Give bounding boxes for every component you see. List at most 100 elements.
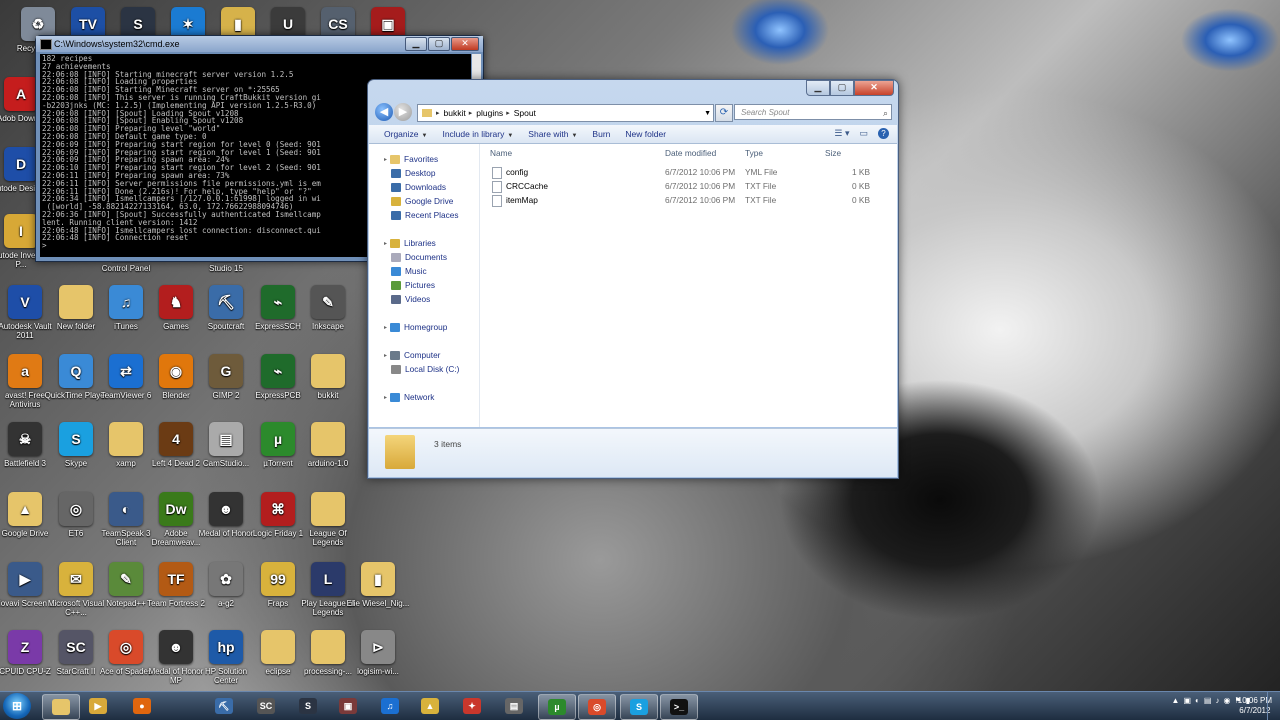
cmd-maximize-button[interactable]: ▢: [428, 37, 450, 51]
desktop-icon[interactable]: ✎ Inkscape: [295, 283, 361, 353]
taskbar-button[interactable]: ▣: [330, 694, 366, 718]
chevron-down-icon: ▼: [507, 133, 514, 139]
nav-item[interactable]: Pictures: [391, 280, 435, 290]
nav-item[interactable]: Documents: [391, 252, 447, 262]
preview-pane-icon[interactable]: ▭: [859, 128, 868, 139]
taskbar-app-icon: S: [630, 699, 648, 715]
chevron-down-icon[interactable]: ▼: [704, 110, 711, 117]
taskbar-button[interactable]: ⛏: [206, 694, 242, 718]
tray-icon[interactable]: ◐: [1195, 696, 1200, 705]
explorer-minimize-button[interactable]: ▁: [806, 80, 830, 96]
burn-button[interactable]: Burn: [592, 129, 610, 139]
taskbar-button[interactable]: ●: [124, 694, 160, 718]
address-bar[interactable]: ▸ bukkit ▸ plugins ▸ Spout ▼: [417, 104, 714, 122]
expand-triangle-icon[interactable]: ▸: [384, 352, 387, 359]
file-row[interactable]: CRCCache 6/7/2012 10:06 PM TXT File 0 KB: [490, 180, 877, 193]
show-desktop-button[interactable]: [1267, 692, 1280, 720]
app-icon: [311, 630, 345, 664]
new-folder-button[interactable]: New folder: [625, 129, 666, 139]
file-row[interactable]: itemMap 6/7/2012 10:06 PM TXT File 0 KB: [490, 194, 877, 207]
nav-item[interactable]: Google Drive: [391, 196, 453, 206]
nav-item[interactable]: Downloads: [391, 182, 446, 192]
explorer-close-button[interactable]: ✕: [854, 80, 894, 96]
expand-triangle-icon[interactable]: ▸: [384, 324, 387, 331]
taskbar-button[interactable]: ▲: [412, 694, 448, 718]
search-icon[interactable]: ⌕: [883, 105, 888, 121]
nav-item[interactable]: ▸ Network: [384, 392, 434, 402]
nav-item[interactable]: Music: [391, 266, 427, 276]
taskbar-button[interactable]: ♫: [372, 694, 408, 718]
explorer-maximize-button[interactable]: ▢: [830, 80, 854, 96]
tray-icon[interactable]: ▲: [1172, 696, 1180, 705]
nav-item[interactable]: ▸ Computer: [384, 350, 440, 360]
item-count: 3 items: [434, 439, 462, 449]
taskbar-button[interactable]: S: [620, 694, 658, 720]
share-with-button[interactable]: Share with ▼: [528, 129, 577, 139]
taskbar-button[interactable]: [42, 694, 80, 720]
app-icon: ♞: [159, 285, 193, 319]
search-input[interactable]: Search Spout ⌕: [734, 104, 892, 120]
tray-icon[interactable]: ◉: [1223, 696, 1230, 705]
help-icon[interactable]: ?: [878, 128, 889, 139]
nav-item[interactable]: ▸ Favorites: [384, 154, 438, 164]
view-options-icon[interactable]: ☰ ▾: [834, 128, 849, 139]
nav-item[interactable]: ▸ Homegroup: [384, 322, 447, 332]
tray-icon[interactable]: ♪: [1215, 696, 1219, 705]
taskbar-app-icon: ▣: [339, 698, 357, 714]
refresh-icon[interactable]: ⟳: [715, 104, 733, 122]
back-arrow-icon[interactable]: ◀: [375, 103, 393, 121]
taskbar-button[interactable]: µ: [538, 694, 576, 720]
desktop-icon[interactable]: ⊳ logisim-wi...: [345, 628, 411, 698]
taskbar-button[interactable]: SC: [248, 694, 284, 718]
nav-item[interactable]: Desktop: [391, 168, 435, 178]
nav-item[interactable]: Recent Places: [391, 210, 459, 220]
taskbar-button[interactable]: ▶: [80, 694, 116, 718]
desktop-icon[interactable]: arduino-1.0: [295, 420, 361, 490]
breadcrumb-separator-icon[interactable]: ▸: [506, 109, 510, 117]
app-icon: A: [4, 77, 38, 111]
expand-triangle-icon[interactable]: ▸: [384, 240, 387, 247]
app-icon: ⇄: [109, 354, 143, 388]
nav-item-icon: [390, 322, 401, 332]
nav-item[interactable]: ▸ Libraries: [384, 238, 436, 248]
breadcrumb-separator-icon[interactable]: ▸: [469, 109, 473, 117]
organize-button[interactable]: Organize ▼: [384, 129, 427, 139]
app-icon: [311, 354, 345, 388]
desktop-icon[interactable]: bukkit: [295, 352, 361, 422]
forward-arrow-icon[interactable]: ▶: [394, 103, 412, 121]
column-header-name[interactable]: Name: [490, 148, 512, 158]
breadcrumb-spout[interactable]: Spout: [514, 108, 536, 118]
desktop-icon[interactable]: ▮ Elie Wiesel_Nig...: [345, 560, 411, 630]
app-icon: V: [8, 285, 42, 319]
tray-icon[interactable]: ▣: [1183, 696, 1191, 705]
column-header-size[interactable]: Size: [825, 148, 841, 158]
nav-item[interactable]: Local Disk (C:): [391, 364, 459, 374]
taskbar-app-icon: ●: [133, 698, 151, 714]
file-row[interactable]: config 6/7/2012 10:06 PM YML File 1 KB: [490, 166, 877, 179]
folder-icon: [385, 435, 415, 469]
cmd-minimize-button[interactable]: ▁: [405, 37, 427, 51]
taskbar-button[interactable]: >_: [660, 694, 698, 720]
nav-item-label: Documents: [405, 252, 447, 262]
explorer-window[interactable]: ▁ ▢ ✕ ◀ ▶ ▸ bukkit ▸ plugins ▸ Spout ▼ ⟳…: [367, 79, 899, 479]
file-icon: [492, 181, 502, 193]
app-icon: 99: [261, 562, 295, 596]
breadcrumb-bukkit[interactable]: bukkit: [444, 108, 466, 118]
expand-triangle-icon[interactable]: ▸: [384, 394, 387, 401]
start-button[interactable]: ⊞: [3, 693, 31, 719]
cmd-titlebar[interactable]: C:\Windows\system32\cmd.exe ▁ ▢ ✕: [36, 36, 483, 52]
tray-icon[interactable]: ▤: [1204, 696, 1212, 705]
cmd-close-button[interactable]: ✕: [451, 37, 479, 51]
taskbar-button[interactable]: ▤: [496, 694, 532, 718]
taskbar-button[interactable]: ◎: [578, 694, 616, 720]
breadcrumb-separator-icon[interactable]: ▸: [436, 109, 440, 117]
nav-item[interactable]: Videos: [391, 294, 430, 304]
taskbar-button[interactable]: ✦: [454, 694, 490, 718]
column-header-type[interactable]: Type: [745, 148, 763, 158]
include-in-library-button[interactable]: Include in library ▼: [442, 129, 513, 139]
breadcrumb-plugins[interactable]: plugins: [476, 108, 503, 118]
column-header-date[interactable]: Date modified: [665, 148, 716, 158]
desktop-icon[interactable]: League Of Legends: [295, 490, 361, 560]
expand-triangle-icon[interactable]: ▸: [384, 156, 387, 163]
taskbar-button[interactable]: S: [290, 694, 326, 718]
